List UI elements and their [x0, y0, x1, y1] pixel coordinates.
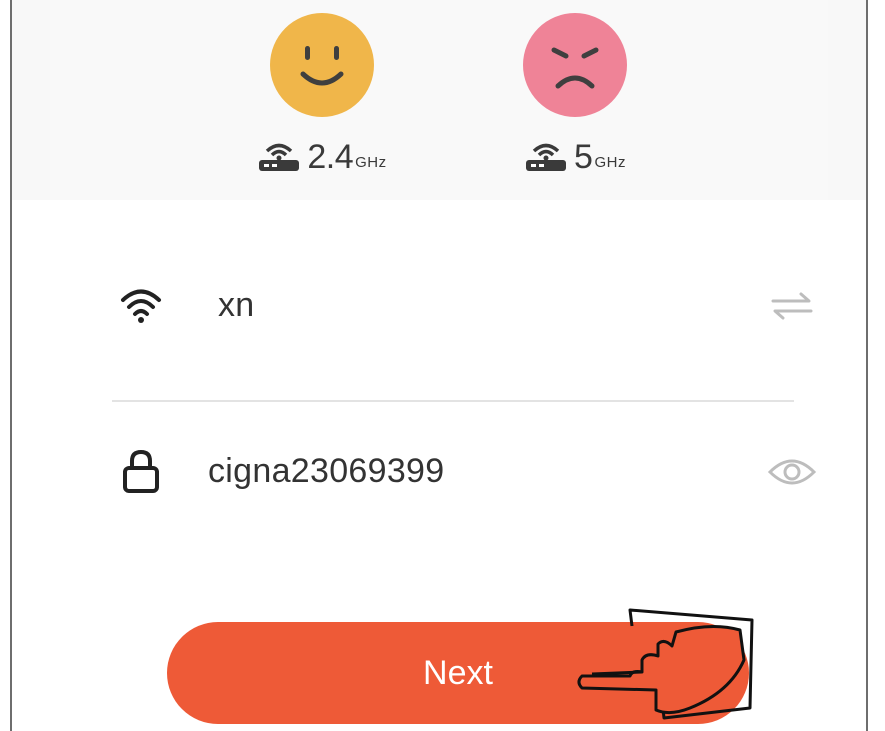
- happy-face-icon: [269, 12, 375, 118]
- sad-face-icon: [522, 12, 628, 118]
- device-frame-left: [0, 0, 12, 731]
- wifi-icon: [116, 280, 166, 330]
- band-option-5ghz: 5 GHz: [460, 12, 660, 192]
- ssid-field[interactable]: xn: [108, 262, 818, 352]
- router-icon: [257, 138, 301, 177]
- field-divider: [112, 400, 794, 402]
- eye-icon[interactable]: [766, 452, 818, 492]
- band-label-2-4ghz: 2.4 GHz: [207, 138, 437, 177]
- ssid-value[interactable]: xn: [218, 286, 255, 325]
- swap-arrows-icon[interactable]: [766, 286, 818, 326]
- band-unit: GHz: [355, 154, 387, 171]
- next-button[interactable]: Next: [167, 622, 749, 724]
- device-frame-right: [866, 0, 885, 731]
- band-unit: GHz: [594, 154, 626, 171]
- password-value[interactable]: cigna23069399: [208, 452, 444, 491]
- lock-icon: [116, 446, 166, 496]
- band-frequency: 5: [574, 138, 593, 176]
- wifi-setup-screen: 2.4 GHz 5 GHz xn cigna23069399 Next: [12, 0, 866, 731]
- band-frequency: 2.4: [307, 138, 354, 176]
- band-panel: [50, 0, 828, 200]
- band-option-2-4ghz: 2.4 GHz: [207, 12, 407, 192]
- band-label-5ghz: 5 GHz: [460, 138, 690, 177]
- router-icon: [524, 138, 568, 177]
- password-field[interactable]: cigna23069399: [108, 428, 818, 518]
